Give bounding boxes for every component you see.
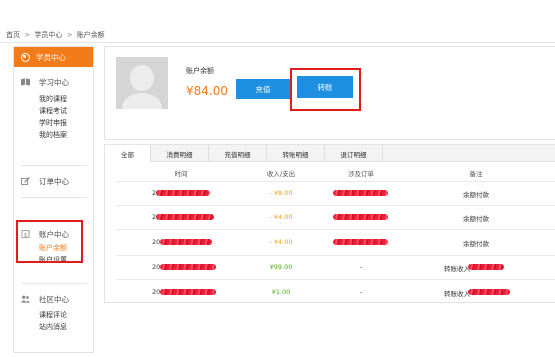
section-community-label: 社区中心: [39, 294, 69, 304]
balance-label: 账户余额: [186, 67, 214, 75]
balance-value: ¥84.00: [186, 84, 228, 98]
sidebar-section-title[interactable]: 社区中心: [14, 292, 93, 306]
tab-transfer[interactable]: 转账明细: [267, 145, 325, 162]
cell-amount: - ¥8.00: [269, 189, 293, 197]
cell-amount: - ¥4.00: [269, 213, 293, 221]
sidebar-item-my-courses[interactable]: 我的课程: [39, 93, 93, 105]
sidebar-item-course-exam[interactable]: 课程考试: [39, 105, 93, 117]
sidebar: 学员中心 学习中心 我的课程 课程考试 学时申报 我的档案 订单中心 $ 账户中…: [13, 46, 94, 353]
users-icon: [21, 295, 30, 303]
redaction-mark: [468, 289, 510, 295]
sidebar-divider: [21, 165, 87, 166]
tab-all[interactable]: 全部: [105, 145, 151, 162]
redaction-mark: [156, 190, 210, 196]
breadcrumb-account-balance: 账户余额: [76, 31, 105, 39]
cell-note: 余额付款: [463, 191, 489, 199]
sidebar-divider: [21, 283, 87, 284]
column-header-order: 涉及订单: [348, 170, 374, 178]
table-row-divider: [116, 279, 555, 280]
cell-order: -: [359, 263, 363, 271]
cell-note: 余额付款: [463, 240, 489, 248]
redaction-mark: [156, 214, 214, 220]
redaction-mark: [160, 239, 212, 245]
edit-icon: [21, 177, 30, 185]
highlight-box-transfer: [290, 68, 361, 111]
redaction-mark: [333, 190, 388, 196]
tab-recharge[interactable]: 充值明细: [209, 145, 267, 162]
redaction-mark: [333, 239, 388, 245]
highlight-box-account-center: [16, 220, 83, 263]
cell-note: 余额付款: [463, 215, 489, 223]
recharge-button[interactable]: 充值: [236, 79, 290, 99]
cell-amount: - ¥4.00: [269, 238, 293, 246]
sidebar-section-title[interactable]: 学习中心: [14, 75, 93, 89]
sidebar-section-community: 社区中心 课程评论 站内消息: [14, 292, 93, 333]
redaction-mark: [160, 264, 216, 270]
cell-amount: ¥1.00: [271, 288, 291, 296]
sidebar-header-label: 学员中心: [36, 52, 66, 62]
section-learning-label: 学习中心: [39, 77, 69, 87]
sidebar-item-my-archive[interactable]: 我的档案: [39, 129, 93, 141]
table-row-divider: [116, 205, 555, 206]
column-header-amount: 收入/支出: [266, 170, 296, 178]
tab-unsubscribe[interactable]: 退订明细: [325, 145, 383, 162]
breadcrumb: 首页 > 学员中心 > 账户余额: [6, 30, 105, 40]
redaction-mark: [333, 214, 388, 220]
transaction-table: [104, 162, 555, 303]
tab-bar: 全部 消费明细 充值明细 转账明细 退订明细: [104, 144, 555, 162]
table-header-divider: [116, 181, 555, 182]
cell-note: 转账收入: [444, 265, 470, 273]
sidebar-section-learning: 学习中心 我的课程 课程考试 学时申报 我的档案: [14, 75, 93, 141]
tab-consumption[interactable]: 消费明细: [151, 145, 209, 162]
cell-note: 转账收入: [444, 290, 470, 298]
redaction-mark: [160, 289, 216, 295]
breadcrumb-separator: >: [66, 31, 73, 39]
breadcrumb-separator: >: [24, 31, 31, 39]
avatar: [116, 57, 168, 109]
column-header-note: 备注: [469, 170, 483, 178]
section-orders-label: 订单中心: [39, 176, 69, 186]
sidebar-item-course-comments[interactable]: 课程评论: [39, 309, 93, 321]
sidebar-item-site-messages[interactable]: 站内消息: [39, 321, 93, 333]
header-divider: [0, 42, 555, 43]
sidebar-item-order-center[interactable]: 订单中心: [14, 174, 93, 188]
sidebar-header[interactable]: 学员中心: [14, 47, 93, 67]
avatar-head-shape: [130, 65, 154, 91]
sidebar-divider: [21, 197, 87, 198]
table-row-divider: [116, 255, 555, 256]
cell-amount: ¥99.00: [269, 263, 293, 271]
breadcrumb-member-center[interactable]: 学员中心: [34, 31, 62, 39]
user-circle-icon: [21, 52, 30, 62]
book-icon: [21, 78, 30, 86]
cell-order: -: [359, 288, 363, 296]
sidebar-item-hours-declare[interactable]: 学时申报: [39, 117, 93, 129]
redaction-mark: [468, 264, 504, 270]
table-row-divider: [116, 229, 555, 230]
column-header-time: 时间: [174, 170, 188, 178]
avatar-body-shape: [122, 93, 162, 109]
sidebar-section-orders: 订单中心: [14, 174, 93, 188]
breadcrumb-home[interactable]: 首页: [6, 31, 20, 39]
